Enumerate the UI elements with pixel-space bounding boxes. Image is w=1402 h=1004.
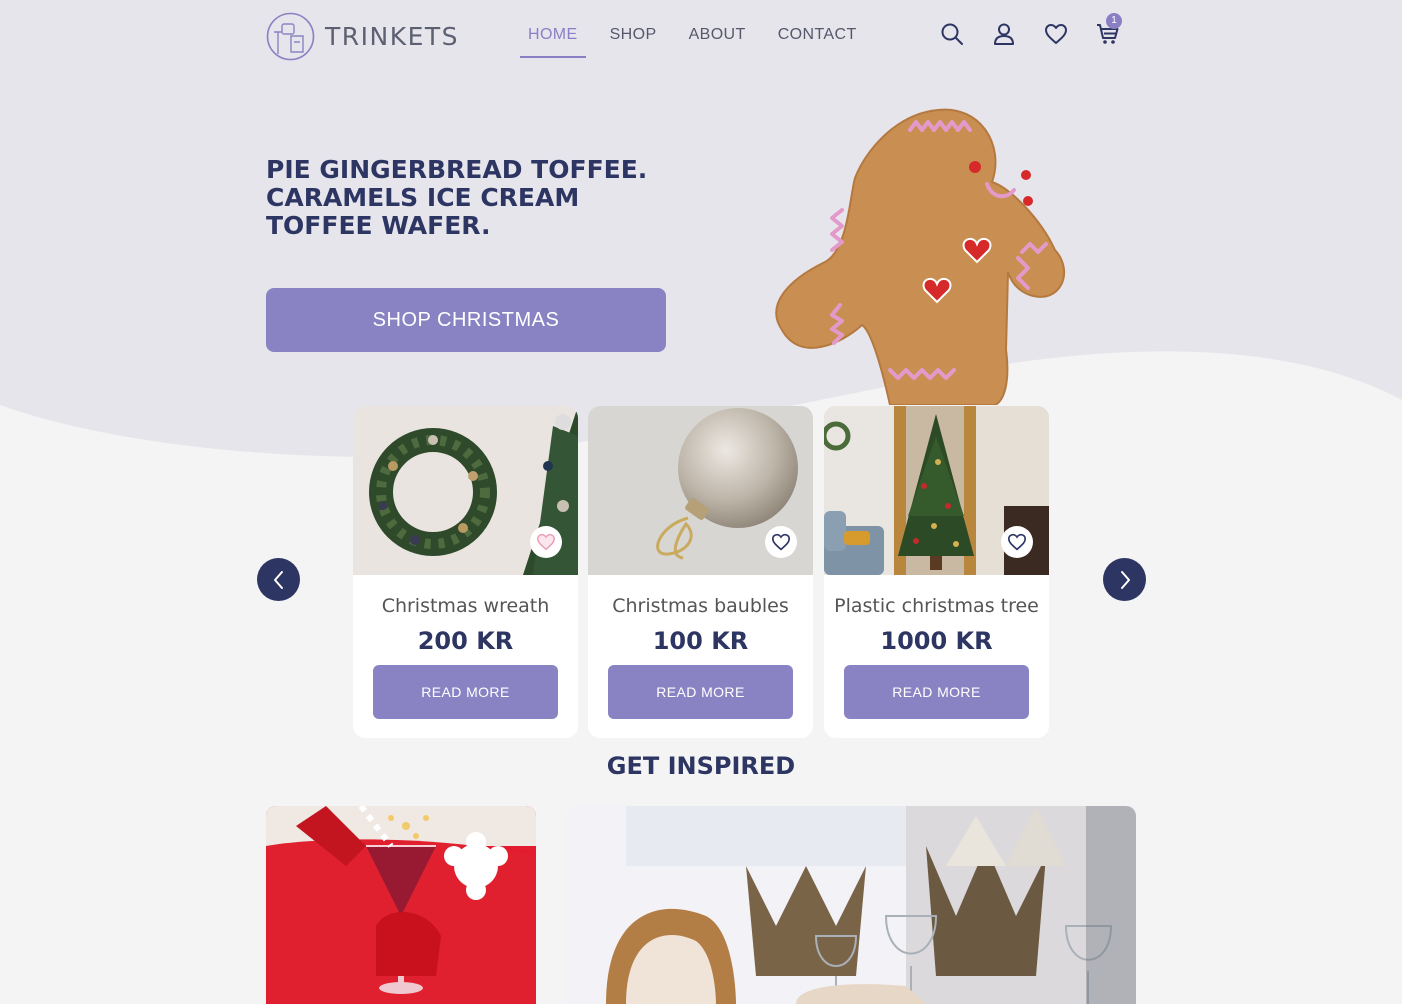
nav-about[interactable]: ABOUT (681, 20, 754, 58)
heart-filled-icon (537, 533, 555, 551)
hero-title: PIE GINGERBREAD TOFFEE. CARAMELS ICE CRE… (266, 155, 648, 240)
shop-christmas-button[interactable]: SHOP CHRISTMAS (266, 288, 666, 352)
heart-outline-icon (771, 533, 791, 551)
nav-home[interactable]: HOME (520, 20, 586, 58)
product-price: 200 KR (417, 627, 514, 655)
gingerbread-image (775, 108, 1066, 405)
product-name: Plastic christmas tree (834, 595, 1039, 617)
brand-name: TRINKETS (325, 22, 460, 51)
inspiration-image-cocktail[interactable] (266, 806, 536, 1004)
product-card[interactable]: Plastic christmas tree 1000 KR READ MORE (824, 406, 1049, 738)
product-card[interactable]: Christmas baubles 100 KR READ MORE (588, 406, 813, 738)
product-price: 100 KR (652, 627, 749, 655)
chevron-left-icon (273, 570, 283, 589)
user-icon[interactable] (992, 22, 1016, 46)
hero-background (0, 0, 1402, 457)
product-image-tree[interactable] (824, 406, 1049, 575)
nav-contact[interactable]: CONTACT (770, 20, 865, 58)
section-title-get-inspired: GET INSPIRED (606, 752, 796, 780)
header-icons: 1 (940, 13, 1122, 46)
carousel-prev-button[interactable] (257, 558, 300, 601)
carousel-next-button[interactable] (1103, 558, 1146, 601)
read-more-button[interactable]: READ MORE (373, 665, 558, 719)
favorite-button[interactable] (1001, 526, 1033, 558)
chevron-right-icon (1120, 570, 1130, 589)
logo-icon (266, 12, 315, 61)
favorite-button[interactable] (765, 526, 797, 558)
product-image-bauble[interactable] (588, 406, 813, 575)
product-price: 1000 KR (880, 627, 993, 655)
favorite-button[interactable] (530, 526, 562, 558)
product-card[interactable]: Christmas wreath 200 KR READ MORE (353, 406, 578, 738)
read-more-button[interactable]: READ MORE (608, 665, 793, 719)
cart-icon[interactable]: 1 (1096, 13, 1122, 46)
heart-icon[interactable] (1044, 22, 1068, 46)
read-more-button[interactable]: READ MORE (844, 665, 1029, 719)
product-name: Christmas baubles (612, 595, 789, 617)
product-name: Christmas wreath (381, 595, 550, 617)
main-nav: HOME SHOP ABOUT CONTACT (520, 20, 881, 58)
inspiration-image-dinner-table[interactable] (566, 806, 1136, 1004)
nav-shop[interactable]: SHOP (602, 20, 665, 58)
cart-count-badge: 1 (1106, 13, 1122, 29)
search-icon[interactable] (940, 22, 964, 46)
product-image-wreath[interactable] (353, 406, 578, 575)
heart-outline-icon (1007, 533, 1027, 551)
logo[interactable]: TRINKETS (266, 12, 459, 61)
